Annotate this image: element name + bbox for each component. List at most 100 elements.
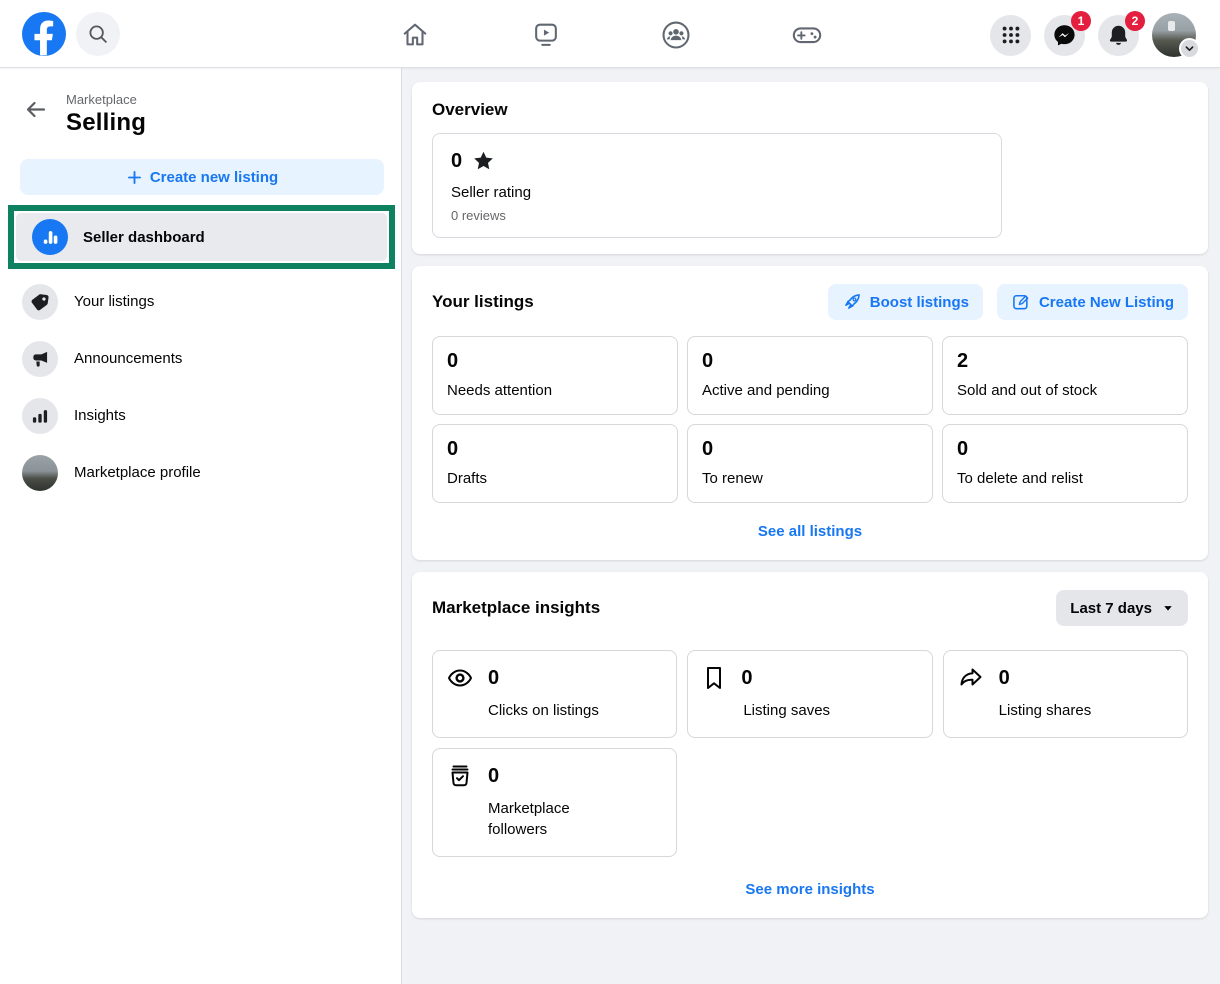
sidebar-item-label: Your listings — [74, 293, 154, 310]
topbar-actions: 1 2 — [990, 13, 1196, 57]
notifications-button[interactable]: 2 — [1098, 15, 1139, 56]
sidebar-item-label: Insights — [74, 407, 126, 424]
create-new-listing-button-main[interactable]: Create New Listing — [997, 284, 1188, 320]
sidebar-item-your-listings[interactable]: Your listings — [0, 273, 401, 330]
page-title: Selling — [66, 109, 146, 137]
seller-dashboard-icon — [32, 219, 68, 255]
eye-icon — [447, 665, 473, 691]
insights-title: Marketplace insights — [432, 598, 600, 618]
boost-listings-button[interactable]: Boost listings — [828, 284, 983, 320]
create-new-listing-main-label: Create New Listing — [1039, 294, 1174, 311]
groups-tab[interactable] — [644, 19, 708, 51]
insight-marketplace-followers: 0 Marketplace followers — [432, 748, 677, 857]
messenger-button[interactable]: 1 — [1044, 15, 1085, 56]
sidebar-item-label: Marketplace profile — [74, 464, 201, 481]
see-all-listings-link[interactable]: See all listings — [758, 523, 862, 540]
tile-to-delete-and-relist[interactable]: 0 To delete and relist — [942, 424, 1188, 503]
overview-title: Overview — [432, 100, 1188, 120]
your-listings-title: Your listings — [432, 292, 534, 312]
marketplace-insights-card: Marketplace insights Last 7 days — [412, 572, 1208, 918]
seller-rating-card: 0 Seller rating 0 reviews — [432, 133, 1002, 238]
sidebar-item-label: Seller dashboard — [83, 229, 205, 246]
create-new-listing-button[interactable]: Create new listing — [20, 159, 384, 195]
tile-label: Needs attention — [447, 382, 663, 399]
insight-label: Listing saves — [743, 700, 879, 721]
profile-avatar — [22, 455, 58, 491]
sidebar-item-marketplace-profile[interactable]: Marketplace profile — [0, 444, 401, 501]
search-icon — [87, 23, 109, 45]
sidebar-item-insights[interactable]: Insights — [0, 387, 401, 444]
breadcrumb: Marketplace — [66, 92, 146, 107]
watch-tab[interactable] — [514, 19, 578, 51]
account-menu-button[interactable] — [1152, 13, 1196, 57]
bookmark-icon — [702, 665, 726, 691]
tile-label: Active and pending — [702, 382, 918, 399]
star-icon — [472, 150, 495, 173]
messenger-badge: 1 — [1071, 11, 1091, 31]
tile-active-and-pending[interactable]: 0 Active and pending — [687, 336, 933, 415]
watch-icon — [531, 20, 561, 50]
insight-label: Listing shares — [999, 700, 1135, 721]
followers-icon — [447, 763, 473, 789]
menu-button[interactable] — [990, 15, 1031, 56]
tile-label: To renew — [702, 470, 918, 487]
top-navigation-bar: 1 2 — [0, 0, 1220, 68]
insights-chart-icon — [22, 398, 58, 434]
main-nav — [383, 19, 839, 51]
home-tab[interactable] — [383, 19, 447, 51]
gaming-icon — [791, 19, 823, 51]
date-range-label: Last 7 days — [1070, 600, 1152, 617]
home-icon — [400, 20, 430, 50]
gaming-tab[interactable] — [775, 19, 839, 51]
create-new-listing-label: Create new listing — [150, 169, 278, 186]
sidebar-item-seller-dashboard[interactable]: Seller dashboard — [16, 213, 387, 261]
insight-clicks-on-listings: 0 Clicks on listings — [432, 650, 677, 738]
marketplace-sidebar: Marketplace Selling Create new listing — [0, 68, 402, 984]
groups-icon — [661, 20, 691, 50]
insight-label: Marketplace followers — [488, 798, 624, 840]
boost-listings-label: Boost listings — [870, 294, 969, 311]
tile-sold-and-out-of-stock[interactable]: 2 Sold and out of stock — [942, 336, 1188, 415]
tile-value: 0 — [957, 438, 1173, 461]
chevron-down-icon — [1179, 38, 1200, 59]
insight-label: Clicks on listings — [488, 700, 624, 721]
search-button[interactable] — [76, 12, 120, 56]
insight-value: 0 — [741, 667, 752, 690]
seller-dashboard-content: Overview 0 Seller rating 0 reviews Your … — [402, 68, 1220, 984]
plus-icon — [126, 169, 143, 186]
tile-label: Sold and out of stock — [957, 382, 1173, 399]
tile-label: To delete and relist — [957, 470, 1173, 487]
tile-to-renew[interactable]: 0 To renew — [687, 424, 933, 503]
sidebar-item-announcements[interactable]: Announcements — [0, 330, 401, 387]
insight-value: 0 — [488, 667, 499, 690]
reviews-count: 0 reviews — [451, 208, 985, 223]
tile-value: 0 — [702, 438, 918, 461]
insight-listing-shares: 0 Listing shares — [943, 650, 1188, 738]
tile-value: 2 — [957, 350, 1173, 373]
back-arrow-icon — [24, 98, 48, 122]
insight-listing-saves: 0 Listing saves — [687, 650, 932, 738]
sidebar-item-label: Announcements — [74, 350, 182, 367]
date-range-dropdown[interactable]: Last 7 days — [1056, 590, 1188, 626]
compose-icon — [1011, 292, 1031, 312]
tile-value: 0 — [702, 350, 918, 373]
overview-card: Overview 0 Seller rating 0 reviews — [412, 82, 1208, 254]
tile-drafts[interactable]: 0 Drafts — [432, 424, 678, 503]
your-listings-card: Your listings Boost listings — [412, 266, 1208, 560]
tag-icon — [22, 284, 58, 320]
share-icon — [958, 665, 984, 691]
insight-value: 0 — [488, 765, 499, 788]
back-button[interactable] — [24, 98, 48, 122]
tile-value: 0 — [447, 350, 663, 373]
tile-value: 0 — [447, 438, 663, 461]
tile-needs-attention[interactable]: 0 Needs attention — [432, 336, 678, 415]
caret-down-icon — [1162, 602, 1174, 614]
rocket-icon — [842, 292, 862, 312]
seller-rating-label: Seller rating — [451, 184, 985, 201]
see-more-insights-link[interactable]: See more insights — [745, 881, 874, 898]
annotation-highlight: Seller dashboard — [8, 205, 395, 269]
tile-label: Drafts — [447, 470, 663, 487]
facebook-logo[interactable] — [22, 12, 66, 56]
facebook-logo-icon — [22, 12, 66, 56]
megaphone-icon — [22, 341, 58, 377]
